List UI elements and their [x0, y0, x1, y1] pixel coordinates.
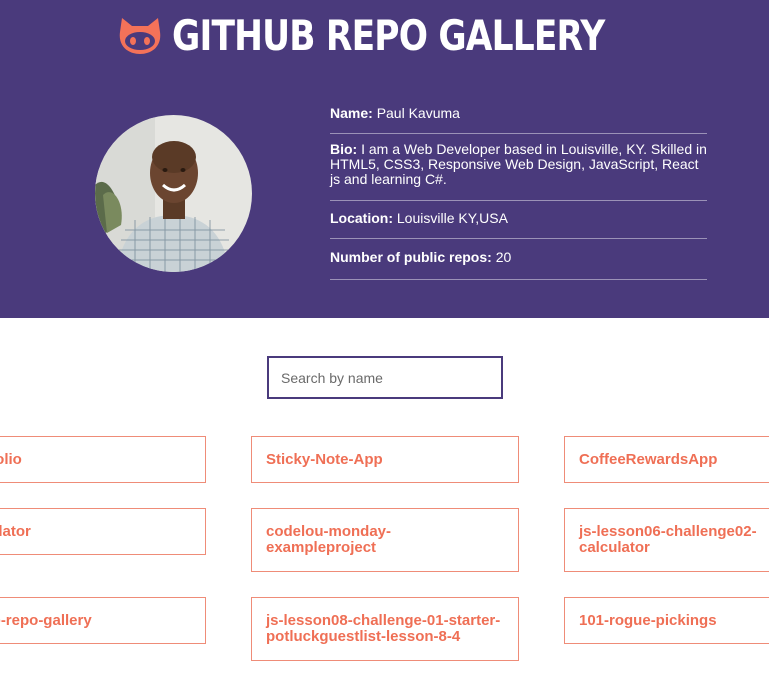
- location-label: Location:: [330, 210, 393, 226]
- octocat-icon: [118, 14, 162, 56]
- repo-name: codelou-monday-exampleproject: [266, 523, 392, 556]
- repo-name: js-lesson06-challenge02-calculator: [579, 523, 757, 556]
- profile-repos-row: Number of public repos: 20: [330, 239, 707, 280]
- profile-info: Name: Paul Kavuma Bio: I am a Web Develo…: [330, 97, 707, 280]
- repo-card[interactable]: js-lesson06-challenge02-calculator: [564, 508, 769, 572]
- repo-card[interactable]: github-repo-gallery: [0, 597, 206, 644]
- repo-card[interactable]: js-lesson08-challenge-01-starter-potluck…: [251, 597, 519, 661]
- repos-count-label: Number of public repos:: [330, 249, 492, 265]
- search-input[interactable]: [267, 356, 503, 399]
- repo-name: github-repo-gallery: [0, 611, 92, 629]
- name-label: Name:: [330, 105, 373, 121]
- repo-name: 101-rogue-pickings: [579, 611, 717, 629]
- location-value: Louisville KY,USA: [396, 210, 508, 226]
- avatar: [95, 115, 252, 272]
- repo-name: js-lesson08-challenge-01-starter-potluck…: [266, 612, 501, 645]
- page: GITHUB REPO GALLERY Name: Paul Kavuma Bi…: [0, 0, 769, 677]
- profile-bio-row: Bio: I am a Web Developer based in Louis…: [330, 134, 707, 201]
- site-title-bar: GITHUB REPO GALLERY: [0, 6, 769, 64]
- repo-card[interactable]: portfolio: [0, 436, 206, 483]
- profile-header: GITHUB REPO GALLERY Name: Paul Kavuma Bi…: [0, 0, 769, 318]
- site-title: GITHUB REPO GALLERY: [171, 10, 605, 60]
- repo-name: Sticky-Note-App: [266, 450, 383, 468]
- bio-label: Bio:: [330, 141, 358, 157]
- repo-card[interactable]: codelou-monday-exampleproject: [251, 508, 519, 572]
- profile-location-row: Location: Louisville KY,USA: [330, 201, 707, 239]
- repo-card[interactable]: calculator: [0, 508, 206, 555]
- repo-card[interactable]: CoffeeRewardsApp: [564, 436, 769, 483]
- repo-name: calculator: [0, 522, 31, 540]
- name-value: Paul Kavuma: [376, 105, 460, 121]
- repo-name: CoffeeRewardsApp: [579, 450, 718, 468]
- bio-value: I am a Web Developer based in Louisville…: [330, 141, 707, 187]
- repo-card[interactable]: 101-rogue-pickings: [564, 597, 769, 644]
- repo-card[interactable]: Sticky-Note-App: [251, 436, 519, 483]
- repo-name: portfolio: [0, 450, 22, 468]
- profile-name-row: Name: Paul Kavuma: [330, 97, 707, 134]
- repos-count-value: 20: [495, 249, 512, 265]
